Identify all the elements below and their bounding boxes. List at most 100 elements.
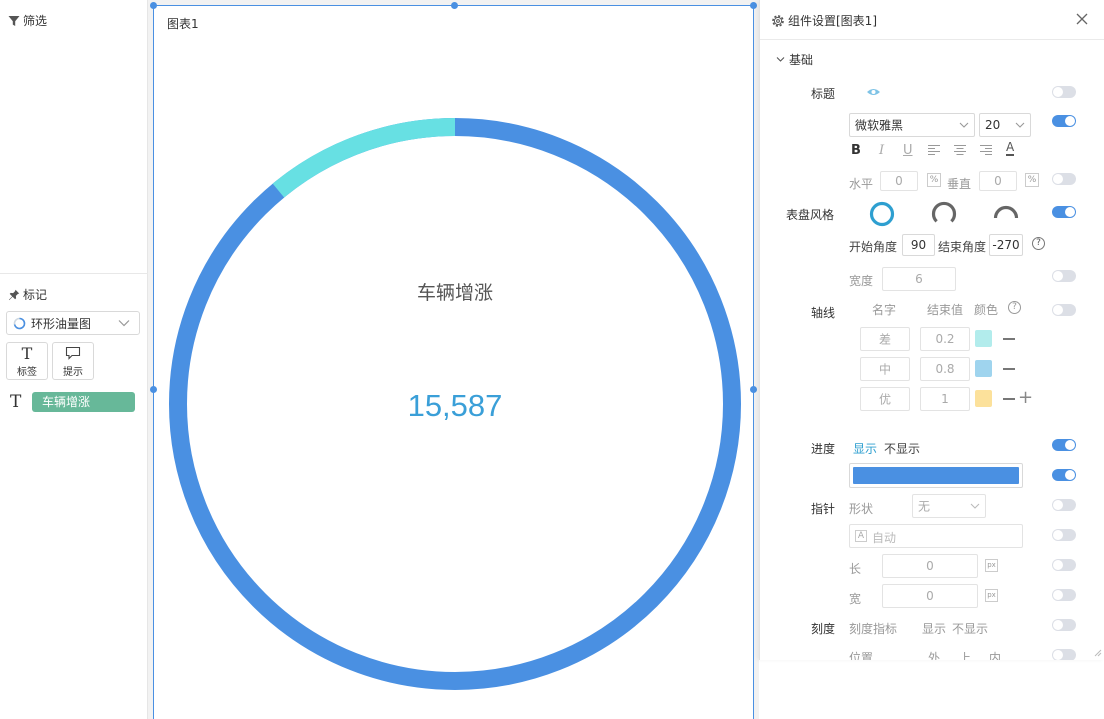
title-label: 标题 [811,87,836,101]
end-angle-input[interactable]: -270 [989,234,1023,256]
pointer-shape-toggle[interactable] [1052,499,1076,511]
dial-half-arc-icon[interactable] [993,204,1019,220]
axis-row-1-name-value: 差 [878,332,891,347]
label-mark-text: 标签 [17,367,37,378]
axis-row-2-name[interactable]: 中 [860,357,910,381]
pointer-length-value: 0 [926,559,934,573]
progress-color-picker[interactable] [849,463,1023,488]
dial-style-toggle[interactable] [1052,206,1076,218]
scale-show-option[interactable]: 显示 [922,620,946,637]
field-row: T 车辆增涨 [10,392,135,412]
pointer-auto-toggle[interactable] [1052,529,1076,541]
progress-hide-option[interactable]: 不显示 [884,440,920,457]
resize-handle-top[interactable] [451,2,458,9]
remove-axis-row-3-icon[interactable] [1003,398,1015,400]
vertical-input[interactable]: 0 [979,171,1017,191]
axis-row-1-color-swatch[interactable] [975,330,992,347]
angle-help-icon[interactable]: ? [1032,237,1045,250]
resize-handle-top-left[interactable] [150,2,157,9]
title-toggle[interactable] [1052,86,1076,98]
axis-row-1-end[interactable]: 0.2 [920,327,970,351]
resize-handle-top-right[interactable] [750,2,757,9]
horizontal-percent-unit: % [927,173,941,187]
axis-row-2-end[interactable]: 0.8 [920,357,970,381]
chart-card[interactable]: 图表1 车辆增涨 15,587 [150,2,757,719]
resize-grip-icon[interactable] [1092,647,1102,657]
start-angle-value: 90 [910,238,927,252]
tooltip-mark-text: 提示 [63,367,83,378]
progress-color-toggle[interactable] [1052,469,1076,481]
align-left-icon[interactable] [927,144,941,156]
font-size-value: 20 [985,118,1001,132]
font-size-select[interactable]: 20 [979,113,1031,137]
pointer-length-toggle[interactable] [1052,559,1076,571]
italic-button[interactable]: I [879,143,884,158]
gauge-metric-label: 车辆增涨 [417,282,493,304]
tooltip-mark-button[interactable]: 提示 [52,342,94,380]
remove-axis-row-1-icon[interactable] [1003,338,1015,340]
settings-title: 组件设置[图表1] [771,12,877,29]
gauge-progress-arc [272,118,456,198]
axis-row-2-color-swatch[interactable] [975,360,992,377]
close-icon[interactable] [1075,12,1089,26]
font-toggle[interactable] [1052,115,1076,127]
resize-handle-left[interactable] [150,386,157,393]
pointer-width-toggle[interactable] [1052,589,1076,601]
start-angle-input[interactable]: 90 [902,234,935,256]
mark-section-title[interactable]: 标记 [8,286,47,303]
axis-row-3-end[interactable]: 1 [920,387,970,411]
field-pill[interactable]: 车辆增涨 [32,392,135,412]
chevron-down-icon [118,320,130,327]
gear-icon [772,14,784,27]
position-top-option[interactable]: 上 [959,649,971,660]
position-outer-option[interactable]: 外 [928,649,940,660]
axis-row-3-end-value: 1 [941,392,949,406]
axis-row-3-name[interactable]: 优 [860,387,910,411]
align-right-icon[interactable] [979,144,993,156]
pin-icon [8,289,20,300]
text-icon: T [21,343,33,363]
bold-button[interactable]: B [851,143,861,158]
chevron-down-icon [1015,122,1025,128]
add-axis-row-icon[interactable]: + [1018,389,1033,407]
underline-button[interactable]: U [903,143,913,158]
remove-axis-row-2-icon[interactable] [1003,368,1015,370]
font-color-button[interactable]: A [1006,141,1015,156]
align-center-icon[interactable] [953,144,967,156]
basic-section-header[interactable]: 基础 [776,51,813,68]
position-toggle[interactable] [1052,649,1076,660]
font-family-value: 微软雅黑 [855,118,904,133]
align-toggle[interactable] [1052,173,1076,185]
progress-toggle[interactable] [1052,439,1076,451]
pointer-length-input[interactable]: 0 [882,554,978,578]
chart-type-select[interactable]: 环形油量图 [6,311,140,335]
axis-row-1-name[interactable]: 差 [860,327,910,351]
settings-title-text: 组件设置[图表1] [788,14,877,28]
font-family-select[interactable]: 微软雅黑 [849,113,975,137]
pointer-shape-label: 形状 [849,502,874,516]
progress-show-option[interactable]: 显示 [853,440,877,457]
axis-toggle[interactable] [1052,304,1076,316]
width-input[interactable]: 6 [882,267,956,291]
eye-icon[interactable] [866,87,881,97]
width-value: 6 [915,272,923,286]
scale-toggle[interactable] [1052,619,1076,631]
filter-section-title[interactable]: 筛选 [8,12,47,29]
speech-bubble-icon [65,344,81,362]
horizontal-input[interactable]: 0 [880,171,918,191]
width-toggle[interactable] [1052,270,1076,282]
horizontal-value: 0 [895,174,903,188]
pointer-auto-input[interactable]: A 自动 [849,524,1023,548]
mark-title-text: 标记 [23,288,48,302]
scale-hide-option[interactable]: 不显示 [952,620,988,637]
pointer-width-input[interactable]: 0 [882,584,978,608]
dial-gap-ring-icon[interactable] [931,201,957,227]
resize-handle-right[interactable] [750,386,757,393]
end-angle-value: -270 [992,238,1020,252]
dial-full-ring-icon[interactable] [869,201,895,227]
position-inner-option[interactable]: 内 [989,649,1001,660]
axis-help-icon[interactable]: ? [1008,301,1021,314]
axis-row-3-color-swatch[interactable] [975,390,992,407]
pointer-shape-select[interactable]: 无 [912,494,986,518]
label-mark-button[interactable]: T 标签 [6,342,48,380]
